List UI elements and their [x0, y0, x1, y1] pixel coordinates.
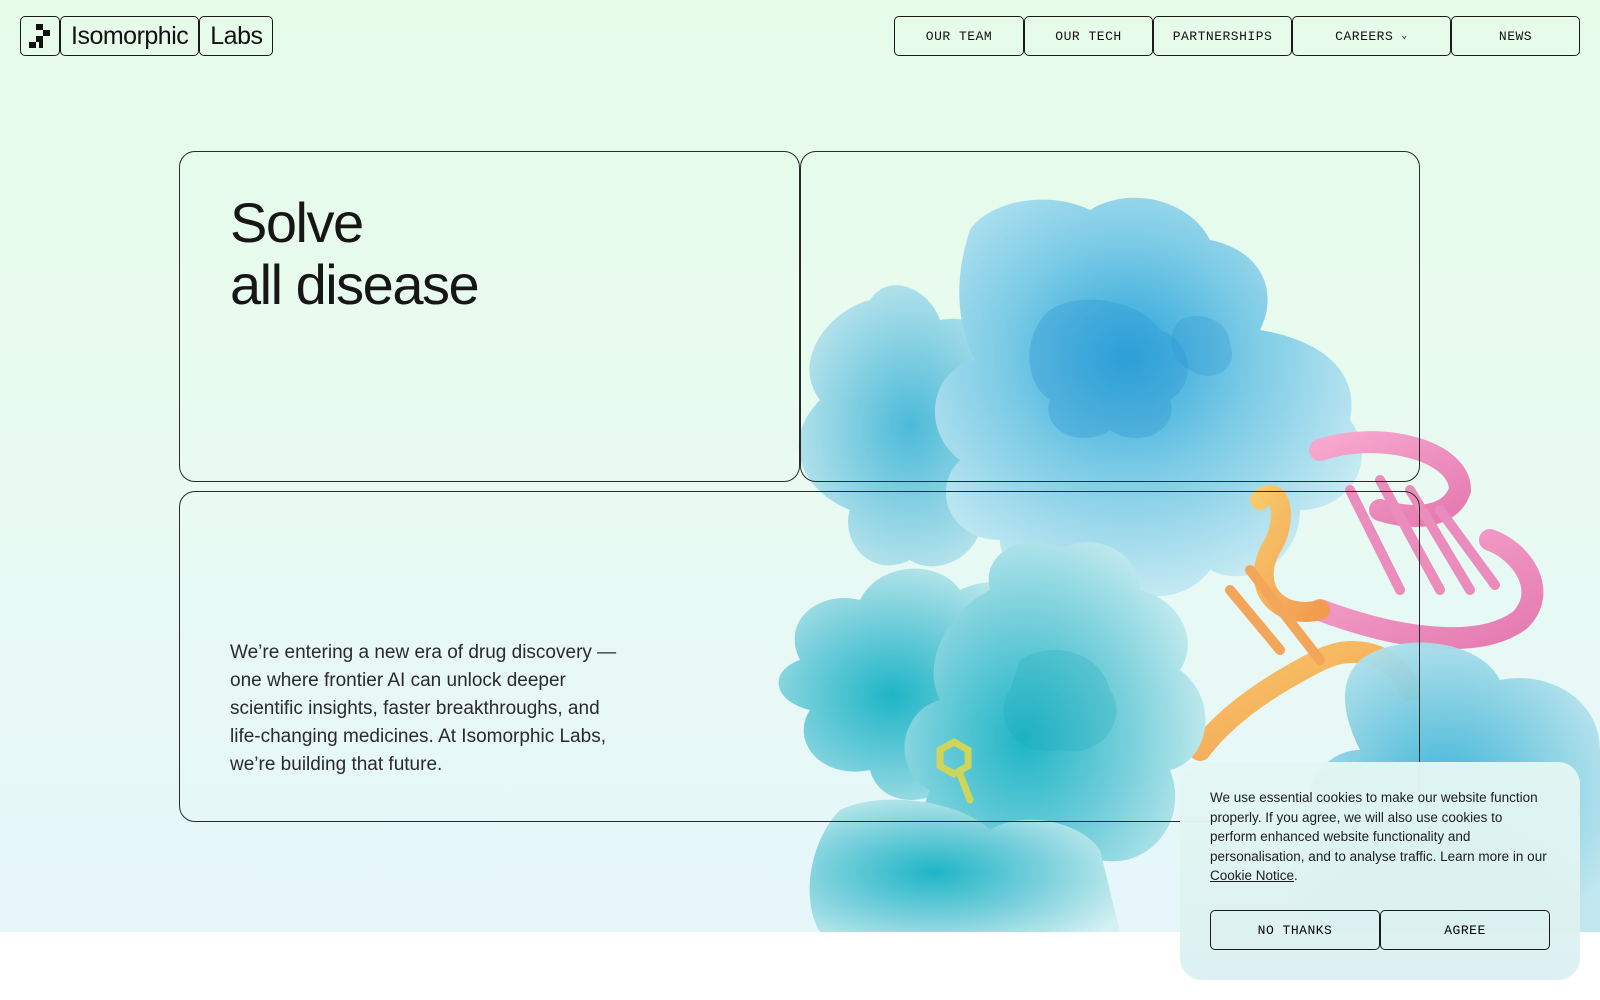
nav-our-team-label: OUR TEAM	[925, 28, 993, 44]
cookie-notice-link[interactable]: Cookie Notice	[1210, 868, 1294, 883]
agree-button[interactable]: AGREE	[1380, 910, 1550, 950]
cookie-text-body: We use essential cookies to make our web…	[1210, 790, 1547, 864]
nav-partnerships-label: PARTNERSHIPS	[1172, 28, 1273, 44]
main-nav: OUR TEAM OUR TECH PARTNERSHIPS CAREERS ⌄…	[894, 16, 1580, 56]
page-headline: Solve all disease	[230, 191, 480, 316]
nav-news-label: NEWS	[1498, 28, 1533, 44]
cookie-text-end: .	[1294, 868, 1298, 883]
headline-line-2: all disease	[230, 253, 480, 316]
headline-line-1: Solve	[230, 191, 364, 254]
nav-careers[interactable]: CAREERS ⌄	[1292, 16, 1451, 56]
pixel-grid-logo-icon	[20, 16, 60, 56]
nav-news[interactable]: NEWS	[1451, 16, 1580, 56]
image-card	[800, 151, 1420, 482]
nav-our-team[interactable]: OUR TEAM	[894, 16, 1024, 56]
cookie-text: We use essential cookies to make our web…	[1210, 788, 1550, 886]
headline-card: Solve all disease	[179, 151, 800, 482]
nav-partnerships[interactable]: PARTNERSHIPS	[1153, 16, 1292, 56]
nav-our-tech[interactable]: OUR TECH	[1024, 16, 1153, 56]
nav-our-tech-label: OUR TECH	[1055, 28, 1122, 44]
logo-word-isomorphic: Isomorphic	[60, 16, 200, 56]
intro-text: We’re entering a new era of drug discove…	[230, 642, 617, 775]
logo-word-labs: Labs	[199, 16, 274, 56]
cookie-banner: We use essential cookies to make our web…	[1180, 762, 1580, 980]
nav-careers-label: CAREERS	[1335, 28, 1394, 44]
site-logo[interactable]: Isomorphic Labs	[20, 16, 274, 56]
chevron-down-icon: ⌄	[1401, 31, 1408, 42]
no-thanks-button[interactable]: NO THANKS	[1210, 910, 1380, 950]
cookie-actions: NO THANKS AGREE	[1210, 910, 1550, 950]
